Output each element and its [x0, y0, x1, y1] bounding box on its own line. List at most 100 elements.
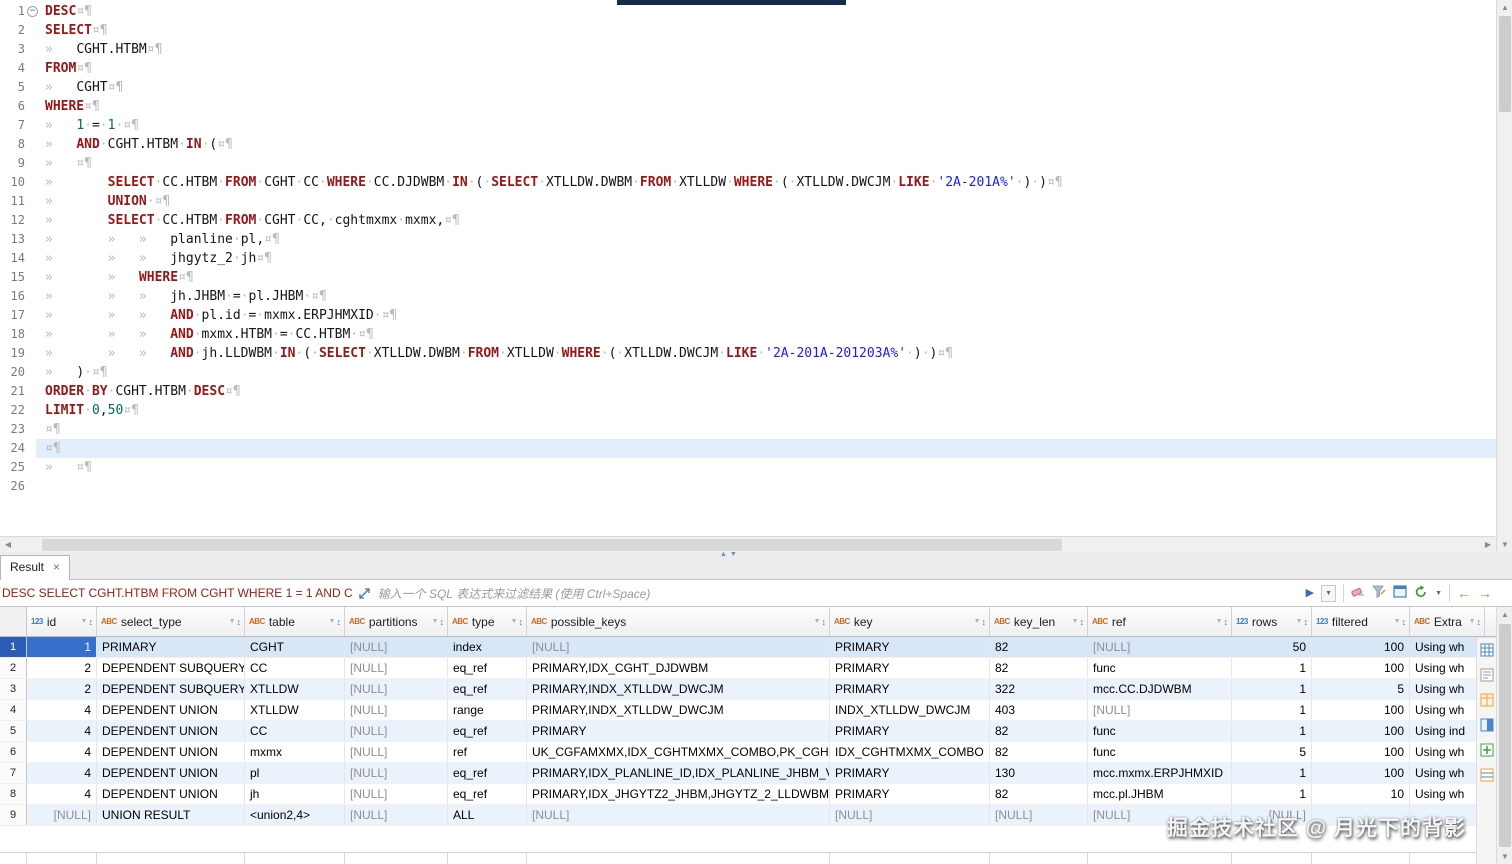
grid-cell-type[interactable]: eq_ref [448, 658, 527, 678]
column-filter-sort-icon[interactable]: ▼↕ [225, 617, 241, 627]
code-line[interactable]: SELECT¤¶ [36, 21, 1496, 40]
code-line[interactable]: » » » planline·pl,¤¶ [36, 230, 1496, 249]
grid-cell-type[interactable]: range [448, 700, 527, 720]
grid-cell-partitions[interactable]: [NULL] [345, 784, 448, 804]
column-filter-sort-icon[interactable]: ▼↕ [1292, 617, 1308, 627]
grid-cell-rows[interactable]: 50 [1232, 637, 1312, 657]
next-result-icon[interactable]: → [1478, 585, 1492, 601]
row-number-cell[interactable]: 1 [0, 637, 27, 657]
code-line[interactable]: » SELECT·CC.HTBM·FROM·CGHT·CC,·cghtmxmx·… [36, 211, 1496, 230]
column-header-rows[interactable]: 123rows▼↕ [1232, 607, 1312, 636]
grid-cell-possible_keys[interactable]: PRIMARY,IDX_JHGYTZ2_JHBM,JHGYTZ_2_LLDWBM… [527, 784, 830, 804]
grid-cell-partitions[interactable]: [NULL] [345, 763, 448, 783]
column-filter-sort-icon[interactable]: ▼↕ [428, 617, 444, 627]
grid-cell-partitions[interactable]: [NULL] [345, 679, 448, 699]
row-number-cell[interactable]: 5 [0, 721, 27, 741]
row-number-cell[interactable]: 8 [0, 784, 27, 804]
grid-cell-select_type[interactable]: DEPENDENT UNION [97, 763, 245, 783]
column-filter-sort-icon[interactable]: ▼↕ [325, 617, 341, 627]
editor-vscroll-thumb[interactable] [1499, 16, 1511, 112]
grid-cell-rows[interactable]: 1 [1232, 679, 1312, 699]
code-line[interactable]: » )·¤¶ [36, 363, 1496, 382]
column-header-filtered[interactable]: 123filtered▼↕ [1312, 607, 1410, 636]
grid-cell-id[interactable]: 4 [27, 763, 97, 783]
grid-cell-partitions[interactable]: [NULL] [345, 742, 448, 762]
grid-cell-select_type[interactable]: PRIMARY [97, 637, 245, 657]
grid-cell-possible_keys[interactable]: PRIMARY [527, 721, 830, 741]
grid-cell-partitions[interactable]: [NULL] [345, 721, 448, 741]
grid-cell-table[interactable]: <union2,4> [245, 805, 345, 825]
pane-splitter-handle[interactable]: ▲▼ [720, 551, 740, 558]
editor-vertical-scrollbar[interactable]: ▲ ▼ [1496, 0, 1512, 552]
grid-cell-id[interactable]: 4 [27, 700, 97, 720]
grid-cell-table[interactable]: XTLLDW [245, 700, 345, 720]
column-filter-sort-icon[interactable]: ▼↕ [1465, 617, 1481, 627]
filter-query-text[interactable]: DESC SELECT CGHT.HTBM FROM CGHT WHERE 1 … [2, 586, 353, 600]
row-number-cell[interactable]: 4 [0, 700, 27, 720]
grid-cell-id[interactable]: 1 [27, 637, 97, 657]
grid-cell-possible_keys[interactable]: [NULL] [527, 637, 830, 657]
code-line[interactable]: FROM¤¶ [36, 59, 1496, 78]
refresh-dropdown-icon[interactable]: ▼ [1435, 590, 1442, 597]
code-line[interactable]: » AND·CGHT.HTBM·IN·(¤¶ [36, 135, 1496, 154]
column-header-type[interactable]: ABCtype▼↕ [448, 607, 527, 636]
grid-cell-Extra[interactable]: Using wh [1410, 763, 1485, 783]
apply-filter-icon[interactable]: ▶ [1306, 588, 1314, 599]
code-line[interactable]: » » WHERE¤¶ [36, 268, 1496, 287]
grid-cell-id[interactable]: 4 [27, 742, 97, 762]
grid-cell-select_type[interactable]: DEPENDENT UNION [97, 700, 245, 720]
column-header-Extra[interactable]: ABCExtra▼↕ [1410, 607, 1485, 636]
grid-cell-table[interactable]: jh [245, 784, 345, 804]
grid-cell-key[interactable]: IDX_CGHTMXMX_COMBO [830, 742, 990, 762]
grid-cell-key_len[interactable]: 322 [990, 679, 1088, 699]
grid-cell-key[interactable]: PRIMARY [830, 679, 990, 699]
column-header-table[interactable]: ABCtable▼↕ [245, 607, 345, 636]
expand-filter-icon[interactable] [358, 587, 371, 600]
code-line[interactable]: ¤¶ [36, 420, 1496, 439]
sql-editor[interactable]: 1−23456789101112131415161718192021222324… [0, 0, 1496, 536]
column-header-select_type[interactable]: ABCselect_type▼↕ [97, 607, 245, 636]
row-number-cell[interactable]: 2 [0, 658, 27, 678]
grid-cell-rows[interactable]: 1 [1232, 763, 1312, 783]
column-header-key_len[interactable]: ABCkey_len▼↕ [990, 607, 1088, 636]
grid-cell-possible_keys[interactable]: PRIMARY,INDX_XTLLDW_DWCJM [527, 679, 830, 699]
custom-filter-icon[interactable] [1372, 585, 1386, 601]
code-line[interactable]: » ¤¶ [36, 154, 1496, 173]
grid-cell-select_type[interactable]: DEPENDENT UNION [97, 721, 245, 741]
grid-cell-ref[interactable]: [NULL] [1088, 700, 1232, 720]
column-filter-sort-icon[interactable]: ▼↕ [810, 617, 826, 627]
grid-cell-ref[interactable]: mcc.pl.JHBM [1088, 784, 1232, 804]
grid-cell-type[interactable]: eq_ref [448, 763, 527, 783]
code-line[interactable] [36, 477, 1496, 496]
code-line[interactable]: » » » AND·pl.id·=·mxmx.ERPJHMXID·¤¶ [36, 306, 1496, 325]
grid-cell-type[interactable]: eq_ref [448, 721, 527, 741]
code-line[interactable]: » » » AND·mxmx.HTBM·=·CC.HTBM·¤¶ [36, 325, 1496, 344]
editor-code[interactable]: DESC¤¶SELECT¤¶» CGHT.HTBM¤¶FROM¤¶» CGHT¤… [36, 2, 1496, 496]
grid-cell-key_len[interactable]: 82 [990, 784, 1088, 804]
grid-cell-key[interactable]: PRIMARY [830, 637, 990, 657]
grid-cell-filtered[interactable]: 5 [1312, 679, 1410, 699]
grid-cell-type[interactable]: ref [448, 742, 527, 762]
refresh-icon[interactable] [1414, 585, 1428, 601]
column-filter-sort-icon[interactable]: ▼↕ [77, 617, 93, 627]
grid-cell-select_type[interactable]: DEPENDENT SUBQUERY [97, 679, 245, 699]
filter-history-dropdown-icon[interactable]: ▼ [1321, 585, 1336, 602]
close-icon[interactable]: × [53, 560, 60, 574]
save-filter-panel-icon[interactable] [1393, 585, 1407, 601]
row-number-cell[interactable]: 7 [0, 763, 27, 783]
metadata-panel-icon[interactable] [1480, 743, 1494, 760]
column-header-partitions[interactable]: ABCpartitions▼↕ [345, 607, 448, 636]
code-line[interactable]: » 1·=·1·¤¶ [36, 116, 1496, 135]
grid-cell-select_type[interactable]: DEPENDENT UNION [97, 742, 245, 762]
grid-cell-table[interactable]: mxmx [245, 742, 345, 762]
grid-cell-ref[interactable]: mcc.CC.DJDWBM [1088, 679, 1232, 699]
grid-cell-key_len[interactable]: [NULL] [990, 805, 1088, 825]
grid-cell-key_len[interactable]: 82 [990, 721, 1088, 741]
grid-cell-Extra[interactable]: Using ind [1410, 721, 1485, 741]
grid-cell-id[interactable]: 4 [27, 721, 97, 741]
grid-cell-table[interactable]: CC [245, 721, 345, 741]
grid-cell-key[interactable]: PRIMARY [830, 658, 990, 678]
value-viewer-icon[interactable] [1480, 718, 1494, 735]
code-line-current[interactable]: ¤¶ [36, 439, 1496, 458]
grid-corner-cell[interactable] [0, 607, 27, 636]
